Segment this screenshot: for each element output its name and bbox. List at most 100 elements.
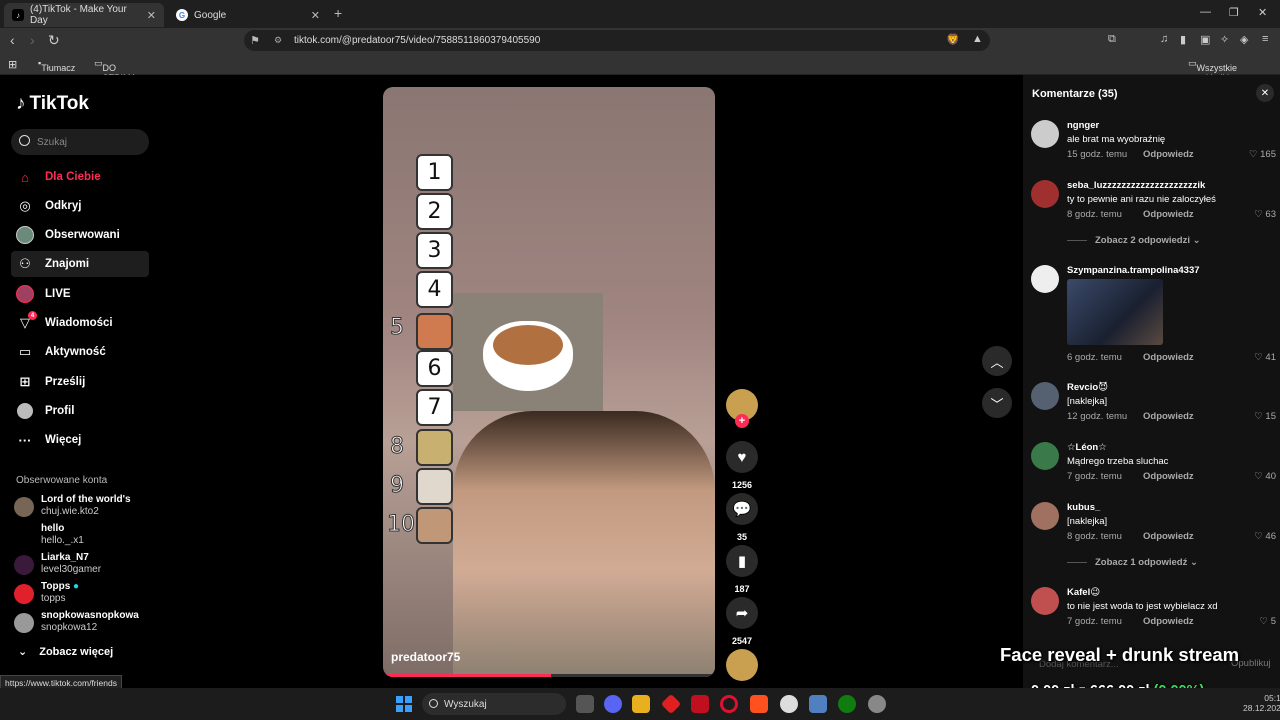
comment-like-button[interactable]: ♡ 5	[1260, 616, 1276, 627]
tab-tiktok[interactable]: ♪ (4)TikTok - Make Your Day ✕	[4, 3, 164, 27]
minimize-icon[interactable]: —	[1200, 6, 1211, 18]
vpn-icon[interactable]: ◈	[1240, 33, 1248, 46]
comment-user[interactable]: Szympanzina.trampolina4337	[1067, 265, 1200, 276]
music-disc-button[interactable]	[726, 649, 758, 688]
nav-profile[interactable]: Profil	[11, 398, 149, 424]
author-avatar-button[interactable]: +	[726, 389, 758, 428]
task-view-icon[interactable]	[576, 695, 594, 713]
nav-for-you[interactable]: ⌂ Dla Ciebie	[11, 164, 149, 190]
avatar[interactable]	[1031, 502, 1059, 530]
brave-icon[interactable]	[750, 695, 768, 713]
xbox-icon[interactable]	[838, 695, 856, 713]
comment-button[interactable]: 💬 35	[726, 493, 758, 542]
comment-gif-image[interactable]	[1067, 279, 1163, 345]
clock[interactable]: 05:14 28.12.2025	[1243, 693, 1280, 713]
followed-account[interactable]: snopkowasnopkowa snopkowa12	[14, 610, 154, 636]
followed-account[interactable]: Lord of the world's chuj.wie.kto2	[14, 494, 154, 520]
search-input[interactable]: Szukaj	[11, 129, 149, 155]
reply-button[interactable]: Odpowiedz	[1143, 616, 1194, 627]
follow-plus-icon[interactable]: +	[735, 414, 749, 428]
nav-messages[interactable]: ▽ 4 Wiadomości	[11, 310, 149, 336]
comment-like-button[interactable]: ♡ 41	[1254, 352, 1276, 363]
apps-grid-icon[interactable]: ⊞	[8, 58, 17, 71]
address-bar[interactable]: ⚑ ⚙ tiktok.com/@predatoor75/video/758851…	[244, 30, 990, 51]
media-icon[interactable]: ♫	[1160, 33, 1168, 45]
comment-like-button[interactable]: ♡ 46	[1254, 531, 1276, 542]
comment-user[interactable]: seba_luzzzzzzzzzzzzzzzzzzzzik	[1067, 180, 1205, 191]
close-comments-button[interactable]: ✕	[1256, 84, 1274, 102]
menu-icon[interactable]: ≡	[1262, 33, 1268, 45]
avatar[interactable]	[1031, 120, 1059, 148]
share-button[interactable]: ➦ 2547	[726, 597, 758, 646]
tiktok-logo[interactable]: ♪ TikTok	[16, 93, 89, 115]
comment-like-button[interactable]: ♡ 63	[1254, 209, 1276, 220]
comment-user[interactable]: kubus_	[1067, 502, 1100, 513]
bookmark-do-strima[interactable]: ▭ DO STRIMA	[94, 58, 137, 83]
comment-like-button[interactable]: ♡ 15	[1254, 411, 1276, 422]
file-explorer-icon[interactable]	[632, 695, 650, 713]
discord-icon[interactable]	[604, 695, 622, 713]
followed-account[interactable]: Topps ● topps	[14, 581, 154, 607]
site-info-icon[interactable]: ⚙	[274, 35, 282, 46]
bookmark-icon[interactable]: ⚑	[250, 34, 260, 47]
close-tab-icon[interactable]: ✕	[147, 9, 156, 22]
video-author[interactable]: predatoor75	[391, 650, 460, 664]
app-diamond-icon[interactable]	[660, 693, 682, 715]
nav-activity[interactable]: ▭ Aktywność	[11, 339, 149, 365]
nav-explore[interactable]: ◎ Odkryj	[11, 193, 149, 219]
avatar[interactable]	[1031, 442, 1059, 470]
leo-icon[interactable]: ✧	[1220, 33, 1229, 46]
sidebar-icon[interactable]: ▮	[1180, 33, 1186, 46]
reply-button[interactable]: Odpowiedz	[1143, 352, 1194, 363]
previous-video-button[interactable]: ︿	[982, 346, 1012, 376]
extensions-icon[interactable]: ⧉	[1108, 33, 1116, 46]
new-tab-button[interactable]: +	[334, 5, 342, 21]
see-more-button[interactable]: ⌄ Zobacz więcej	[18, 645, 113, 659]
windows-start-icon[interactable]	[396, 696, 412, 712]
nav-more[interactable]: ··· Więcej	[11, 427, 149, 453]
video-progress-bar[interactable]	[383, 674, 715, 677]
app-misc-icon[interactable]	[868, 695, 886, 713]
reply-button[interactable]: Odpowiedz	[1143, 209, 1194, 220]
taskbar-search[interactable]: Wyszukaj	[422, 693, 566, 715]
nav-upload[interactable]: ⊞ Prześlij	[11, 369, 149, 395]
close-window-icon[interactable]: ✕	[1258, 6, 1267, 19]
view-replies-button[interactable]: Zobacz 2 odpowiedzi ⌄	[1067, 235, 1201, 246]
app-shield-icon[interactable]	[691, 695, 709, 713]
obs-icon[interactable]	[780, 695, 798, 713]
nav-friends[interactable]: ⚇ Znajomi	[11, 251, 149, 277]
avatar[interactable]	[1031, 382, 1059, 410]
next-video-button[interactable]: ﹀	[982, 388, 1012, 418]
comment-user[interactable]: Kafel😉	[1067, 587, 1100, 598]
reply-button[interactable]: Odpowiedz	[1143, 149, 1194, 160]
forward-icon[interactable]: ›	[30, 32, 35, 48]
all-bookmarks[interactable]: ▭ Wszystkie zakładki	[1188, 58, 1237, 83]
comment-like-button[interactable]: ♡ 165	[1249, 149, 1276, 160]
reload-icon[interactable]: ↻	[48, 32, 60, 49]
opera-icon[interactable]	[720, 695, 738, 713]
reply-button[interactable]: Odpowiedz	[1143, 531, 1194, 542]
avatar[interactable]	[1031, 180, 1059, 208]
reply-button[interactable]: Odpowiedz	[1143, 471, 1194, 482]
followed-account[interactable]: hello hello._.x1	[14, 523, 154, 549]
followed-account[interactable]: Liarka_N7 level30gamer	[14, 552, 154, 578]
close-tab-icon[interactable]: ✕	[311, 9, 320, 22]
video-player[interactable]: 1 2 3 4 5 6 7 8 9 10 predatoor75	[383, 87, 715, 677]
comment-user[interactable]: Revcio😈	[1067, 382, 1108, 393]
wallet-icon[interactable]: ▣	[1200, 33, 1210, 46]
bookmark-tlumacz[interactable]: ▪ Tłumacz	[38, 58, 75, 73]
save-button[interactable]: ▮ 187	[726, 545, 758, 594]
rewards-icon[interactable]: ▲	[972, 33, 983, 45]
comment-user[interactable]: ☆Léon☆	[1067, 442, 1107, 453]
reply-button[interactable]: Odpowiedz	[1143, 411, 1194, 422]
nav-following[interactable]: Obserwowani	[11, 222, 149, 248]
tab-google[interactable]: G Google ✕	[168, 3, 328, 27]
like-button[interactable]: ♥ 1256	[726, 441, 758, 490]
comment-like-button[interactable]: ♡ 40	[1254, 471, 1276, 482]
avatar[interactable]	[1031, 587, 1059, 615]
back-icon[interactable]: ‹	[10, 32, 15, 48]
avatar[interactable]	[1031, 265, 1059, 293]
comment-user[interactable]: ngnger	[1067, 120, 1099, 131]
nav-live[interactable]: LIVE	[11, 281, 149, 307]
maximize-icon[interactable]: ❐	[1229, 6, 1239, 19]
